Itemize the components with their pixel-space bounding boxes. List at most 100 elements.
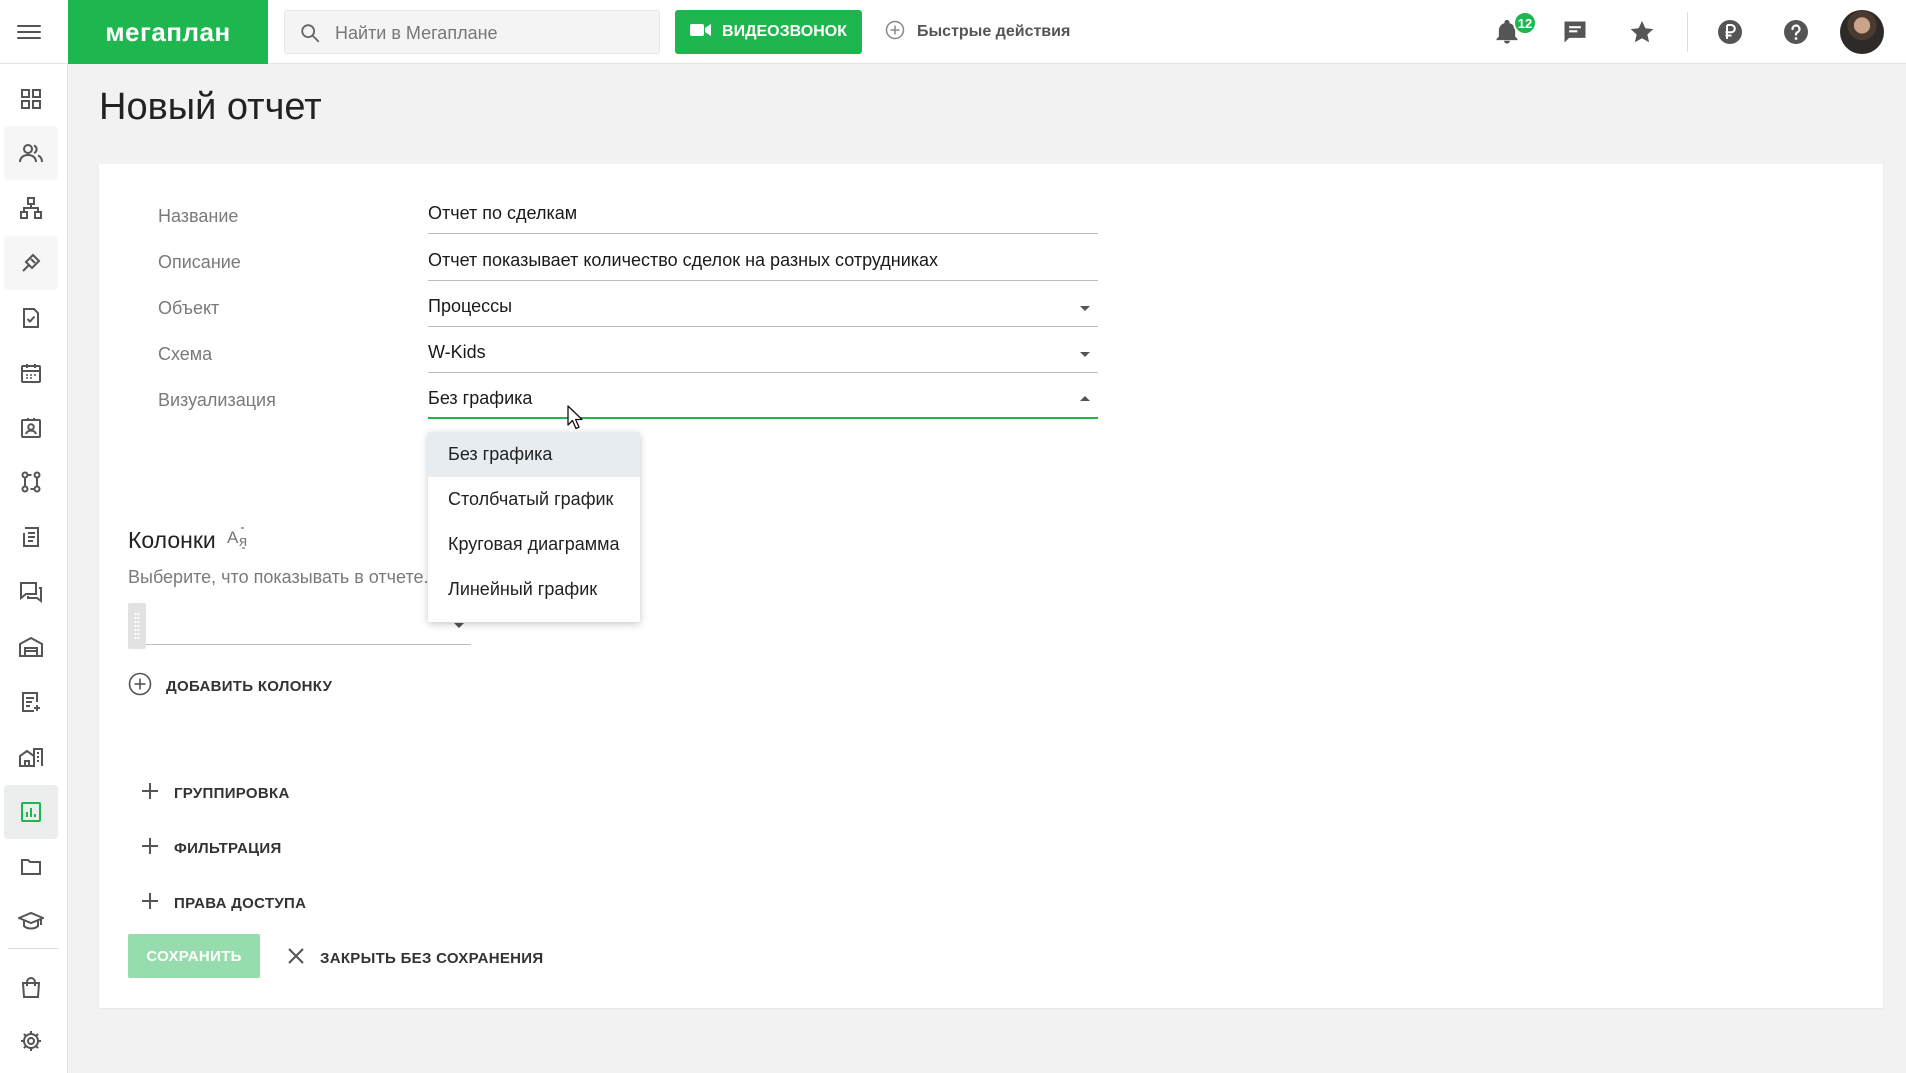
tasks-icon xyxy=(23,308,39,328)
chevron-down-icon xyxy=(1080,352,1090,357)
video-camera-icon xyxy=(690,22,712,43)
columns-title: Колонки xyxy=(128,526,216,553)
grouping-label: ГРУППИРОВКА xyxy=(174,784,290,802)
sidebar-item-processes[interactable] xyxy=(4,455,58,509)
quick-actions-button[interactable]: Быстрые действия xyxy=(885,20,1070,44)
chevron-up-icon xyxy=(1080,396,1090,401)
discussion-icon xyxy=(20,582,42,603)
sidebar-item-settings[interactable] xyxy=(4,1014,58,1068)
process-icon xyxy=(21,471,41,493)
translate-icon[interactable]: Aя xyxy=(226,524,252,556)
contacts-icon xyxy=(19,144,43,163)
description-label: Описание xyxy=(158,252,241,272)
sidebar-item-contacts[interactable] xyxy=(4,126,58,180)
drag-handle-icon[interactable] xyxy=(128,603,146,649)
object-label: Объект xyxy=(158,298,220,318)
sidebar-item-reports[interactable] xyxy=(4,785,58,839)
divider xyxy=(1687,12,1688,52)
sidebar-item-dashboard[interactable] xyxy=(4,72,58,126)
sidebar-item-employees[interactable] xyxy=(4,401,58,455)
deals-icon xyxy=(22,253,41,272)
scheme-label: Схема xyxy=(158,344,213,364)
graduation-cap-icon xyxy=(18,911,44,930)
warehouse-icon xyxy=(19,636,43,657)
search-input[interactable] xyxy=(333,11,647,55)
dropdown-option[interactable]: Линейный график xyxy=(428,567,640,612)
sidebar-item-structure[interactable] xyxy=(4,181,58,235)
scheme-select[interactable]: W-Kids xyxy=(428,335,1098,373)
add-column-label: ДОБАВИТЬ КОЛОНКУ xyxy=(166,677,333,695)
columns-section-title: Колонки Aя xyxy=(128,524,252,556)
access-rights-button[interactable]: ПРАВА ДОСТУПА xyxy=(140,891,306,915)
structure-icon xyxy=(20,197,42,219)
description-field[interactable]: Отчет показывает количество сделок на ра… xyxy=(428,243,1098,281)
page-title: Новый отчет xyxy=(99,86,322,128)
grouping-button[interactable]: ГРУППИРОВКА xyxy=(140,781,290,805)
visualization-select-value: Без графика xyxy=(428,388,533,408)
access-rights-label: ПРАВА ДОСТУПА xyxy=(174,894,307,912)
chevron-down-icon xyxy=(1080,306,1090,311)
sidebar-item-calendar[interactable] xyxy=(4,346,58,400)
gear-icon xyxy=(21,1031,41,1051)
ruble-icon[interactable] xyxy=(1716,18,1744,46)
sidebar-item-documents[interactable] xyxy=(4,510,58,564)
scheme-select-value: W-Kids xyxy=(428,342,486,362)
plus-circle-icon xyxy=(128,672,152,700)
sidebar-item-deals[interactable] xyxy=(4,236,58,290)
visualization-dropdown: Без графика Столбчатый график Круговая д… xyxy=(428,432,640,622)
star-icon[interactable] xyxy=(1628,18,1656,46)
reports-icon xyxy=(21,802,41,822)
logo[interactable]: мегаплан xyxy=(68,0,268,64)
chat-icon[interactable] xyxy=(1561,18,1589,46)
avatar[interactable] xyxy=(1840,10,1884,54)
menu-icon[interactable] xyxy=(17,21,41,43)
sidebar-item-marketplace[interactable] xyxy=(4,961,58,1015)
sidebar-item-education[interactable] xyxy=(4,894,58,948)
folder-icon xyxy=(21,859,41,875)
chevron-down-icon xyxy=(454,623,464,628)
employee-card-icon xyxy=(21,418,41,438)
visualization-label: Визуализация xyxy=(158,390,276,410)
sidebar-item-real-estate[interactable] xyxy=(4,730,58,784)
object-select[interactable]: Процессы xyxy=(428,289,1098,327)
dropdown-option[interactable]: Без графика xyxy=(428,432,640,477)
name-field[interactable]: Отчет по сделкам xyxy=(428,196,1098,234)
plus-icon xyxy=(140,836,160,860)
sidebar-divider xyxy=(8,948,58,949)
help-icon[interactable] xyxy=(1782,18,1810,46)
save-button[interactable]: СОХРАНИТЬ xyxy=(128,934,260,978)
svg-text:A: A xyxy=(227,528,239,547)
plus-icon xyxy=(140,781,160,805)
column-select[interactable] xyxy=(146,603,471,645)
dropdown-option[interactable]: Столбчатый график xyxy=(428,477,640,522)
dropdown-option[interactable]: Круговая диаграмма xyxy=(428,522,640,567)
video-call-button[interactable]: ВИДЕОЗВОНОК xyxy=(675,10,862,54)
search-icon xyxy=(299,22,321,49)
visualization-select[interactable]: Без графика xyxy=(428,381,1098,419)
calendar-icon xyxy=(21,364,41,383)
quick-actions-label: Быстрые действия xyxy=(917,23,1071,40)
sidebar xyxy=(0,64,68,1073)
video-call-label: ВИДЕОЗВОНОК xyxy=(722,23,847,40)
filtering-button[interactable]: ФИЛЬТРАЦИЯ xyxy=(140,836,282,860)
sidebar-item-warehouse[interactable] xyxy=(4,620,58,674)
search-box[interactable] xyxy=(284,10,660,55)
close-icon xyxy=(286,946,306,970)
columns-hint: Выберите, что показывать в отчете. xyxy=(128,567,429,587)
sidebar-item-tasks[interactable] xyxy=(4,291,58,345)
add-column-button[interactable]: ДОБАВИТЬ КОЛОНКУ xyxy=(128,672,332,700)
document-icon xyxy=(23,527,39,547)
sidebar-item-files[interactable] xyxy=(4,840,58,894)
close-without-saving-label: ЗАКРЫТЬ БЕЗ СОХРАНЕНИЯ xyxy=(320,949,544,967)
sidebar-item-invoices[interactable] xyxy=(4,675,58,729)
notifications-badge: 12 xyxy=(1513,11,1537,35)
shopping-bag-icon xyxy=(21,977,41,998)
close-without-saving-button[interactable]: ЗАКРЫТЬ БЕЗ СОХРАНЕНИЯ xyxy=(286,946,543,970)
plus-icon xyxy=(140,891,160,915)
sidebar-item-discussions[interactable] xyxy=(4,565,58,619)
dashboard-icon xyxy=(21,89,41,109)
invoice-add-icon xyxy=(22,692,40,712)
name-label: Название xyxy=(158,206,239,226)
plus-circle-icon xyxy=(885,20,905,45)
real-estate-icon xyxy=(19,748,43,767)
